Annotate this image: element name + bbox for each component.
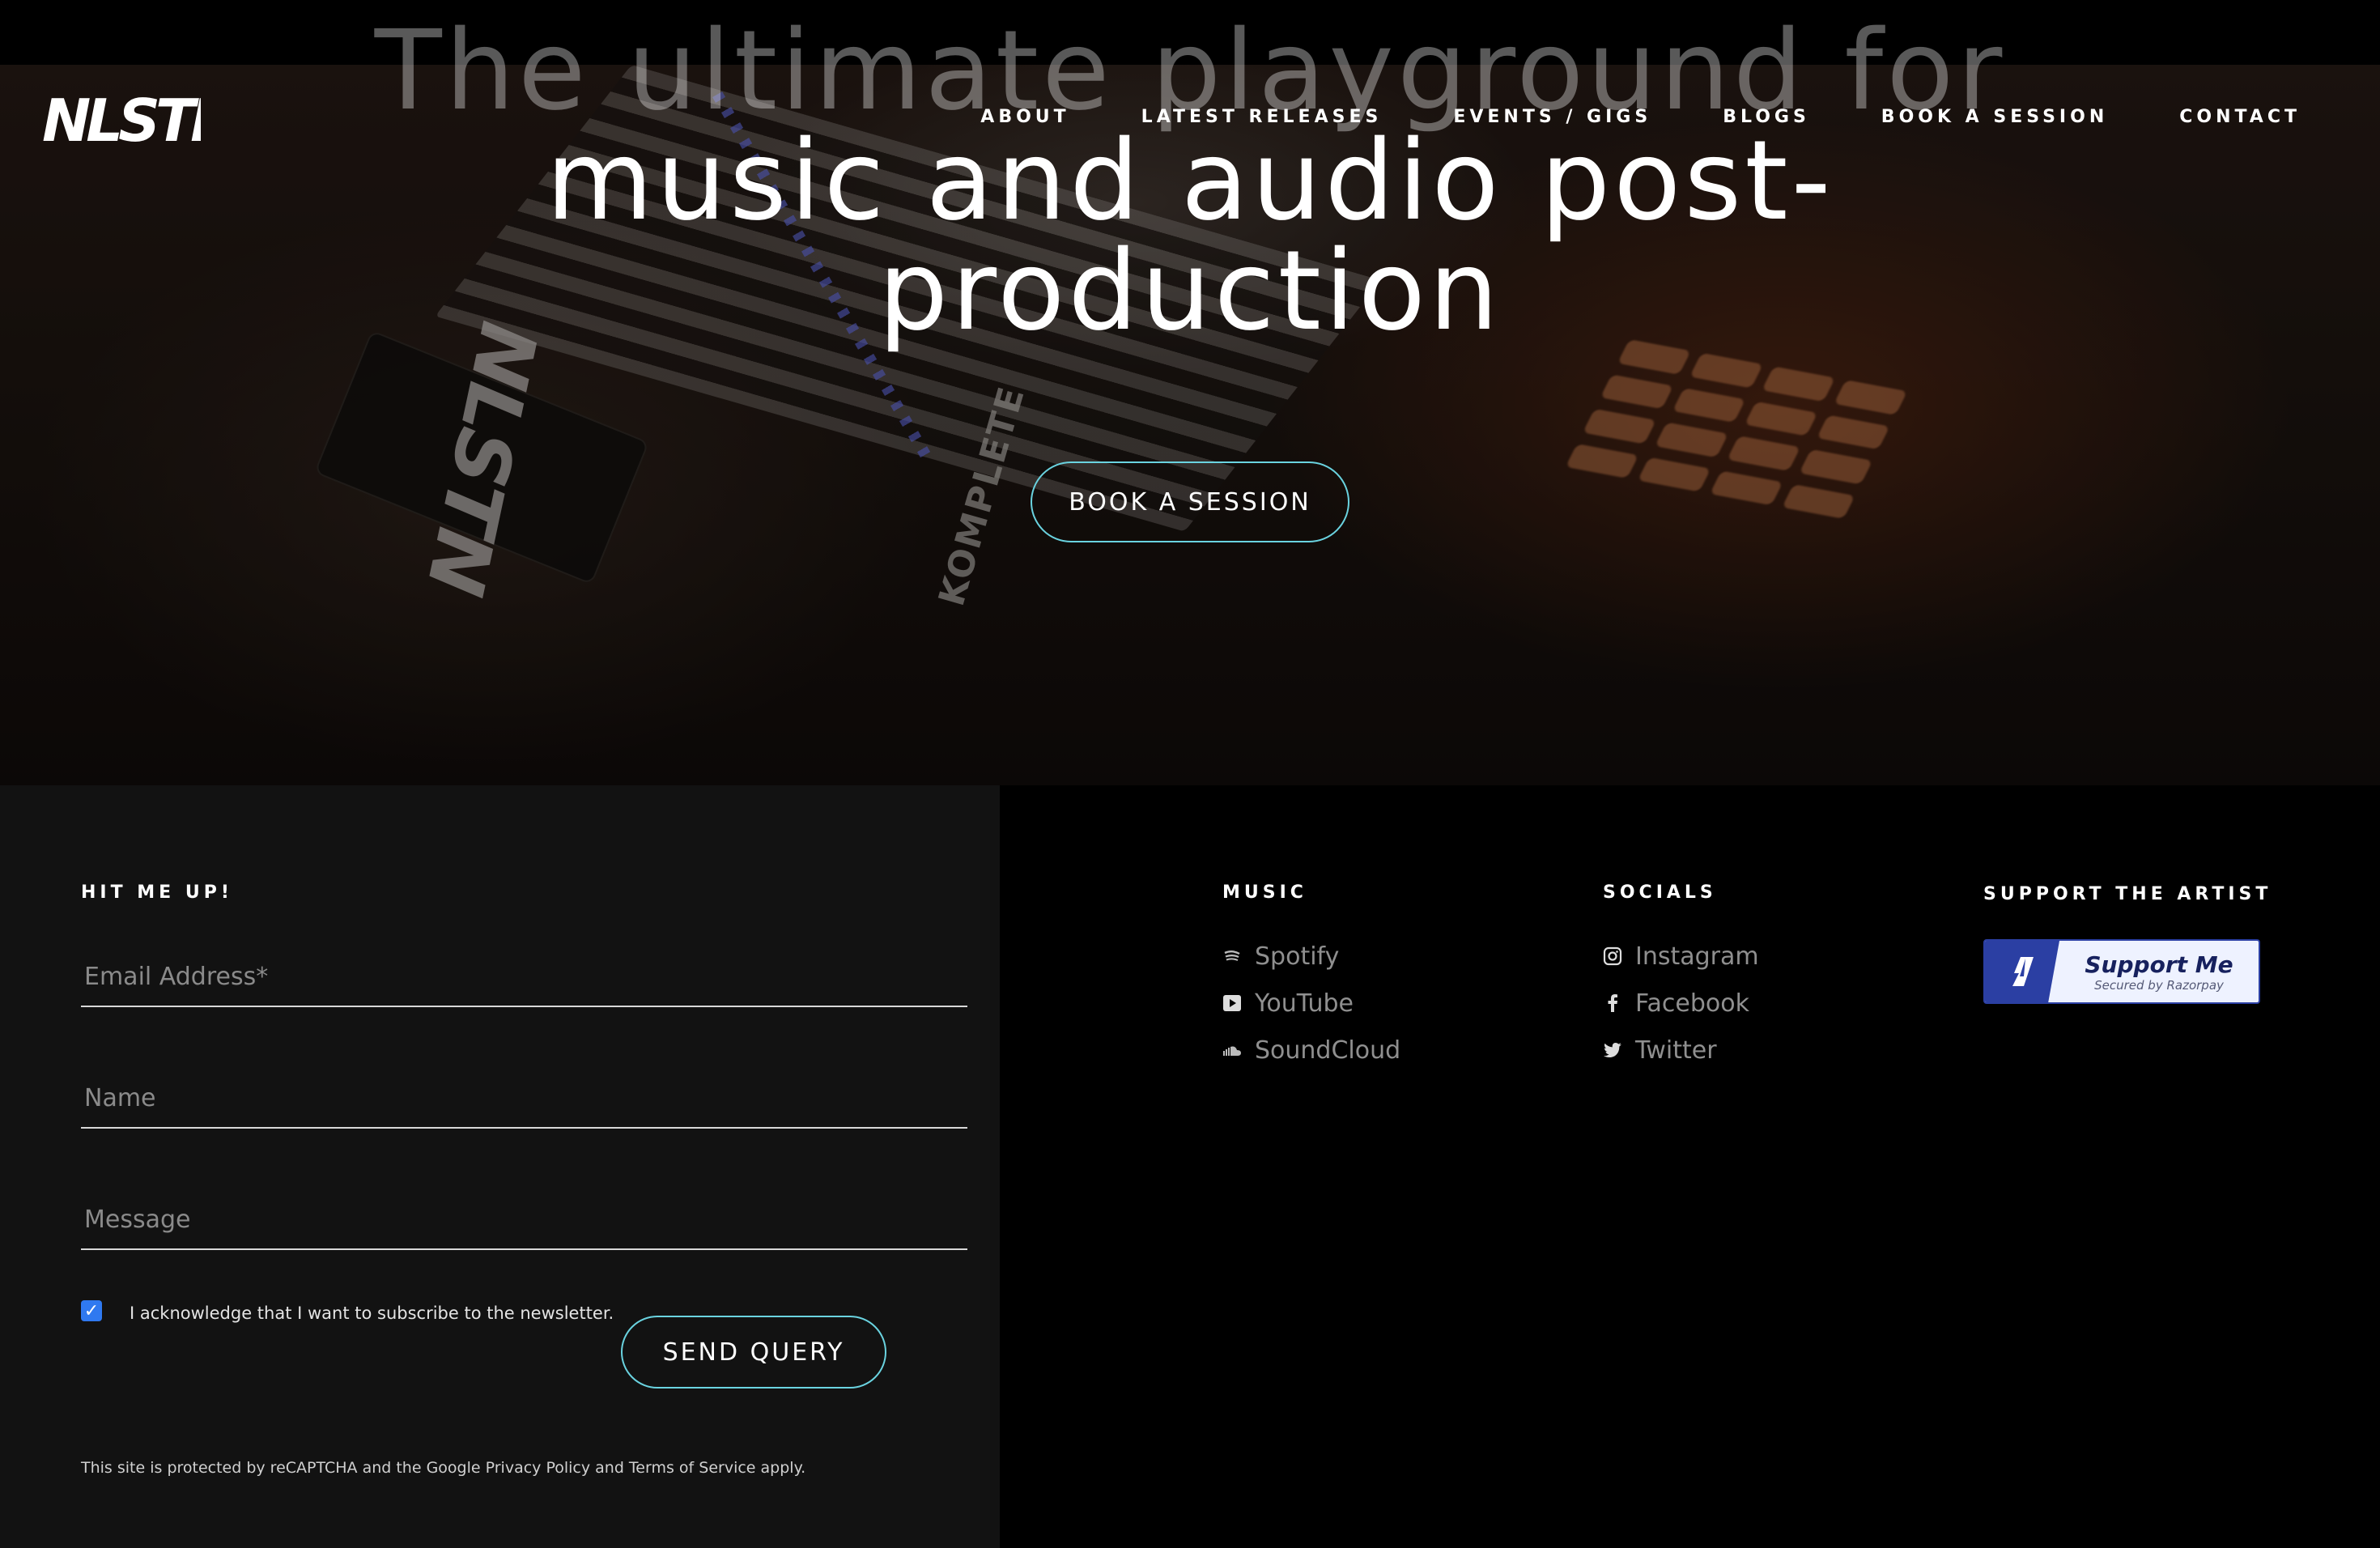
hero-title-line-2: production xyxy=(878,228,1502,355)
support-me-label: Support Me xyxy=(2085,950,2233,978)
socials-heading: SOCIALS xyxy=(1603,882,1717,903)
facebook-icon xyxy=(1603,993,1622,1013)
nav-item-latest-releases[interactable]: LATEST RELEASES xyxy=(1141,107,1383,127)
main-nav: ABOUT LATEST RELEASES EVENTS / GIGS BLOG… xyxy=(909,107,2301,127)
nav-item-contact[interactable]: CONTACT xyxy=(2179,107,2301,127)
soundcloud-icon xyxy=(1222,1040,1242,1060)
nav-item-book-a-session[interactable]: BOOK A SESSION xyxy=(1881,107,2108,127)
support-me-text: Support Me Secured by Razorpay xyxy=(2059,941,2259,1002)
music-links: Spotify YouTube SoundCloud xyxy=(1222,933,1400,1074)
music-link-label: SoundCloud xyxy=(1255,1036,1401,1065)
email-field-wrapper xyxy=(81,947,967,1007)
message-field[interactable] xyxy=(81,1190,967,1248)
send-query-button[interactable]: SEND QUERY xyxy=(621,1316,886,1389)
music-link-label: Spotify xyxy=(1255,942,1340,971)
social-link-twitter[interactable]: Twitter xyxy=(1603,1027,1759,1074)
site-logo[interactable]: NLSTN xyxy=(39,87,243,155)
name-field[interactable] xyxy=(81,1069,967,1127)
recaptcha-notice: This site is protected by reCAPTCHA and … xyxy=(81,1459,806,1477)
music-link-youtube[interactable]: YouTube xyxy=(1222,980,1400,1027)
support-heading: SUPPORT THE ARTIST xyxy=(1983,884,2272,904)
svg-text:NLSTN: NLSTN xyxy=(42,87,201,152)
razorpay-secured-label: Secured by Razorpay xyxy=(2094,977,2224,993)
logo-icon: NLSTN xyxy=(42,87,243,155)
nav-item-blogs[interactable]: BLOGS xyxy=(1723,107,1810,127)
music-link-spotify[interactable]: Spotify xyxy=(1222,933,1400,980)
nav-item-about[interactable]: ABOUT xyxy=(980,107,1069,127)
name-field-wrapper xyxy=(81,1069,967,1129)
social-link-instagram[interactable]: Instagram xyxy=(1603,933,1759,980)
contact-heading: HIT ME UP! xyxy=(81,882,233,903)
social-link-label: Twitter xyxy=(1635,1036,1717,1065)
nav-item-events-gigs[interactable]: EVENTS / GIGS xyxy=(1453,107,1651,127)
hero-book-session-button[interactable]: BOOK A SESSION xyxy=(1031,461,1349,542)
social-link-label: Facebook xyxy=(1635,989,1749,1018)
hero-title-line-1: music and audio post- xyxy=(546,117,1834,245)
social-link-label: Instagram xyxy=(1635,942,1759,971)
instagram-icon xyxy=(1603,946,1622,966)
email-field[interactable] xyxy=(81,947,967,1006)
support-me-button[interactable]: Support Me Secured by Razorpay xyxy=(1983,939,2260,1004)
razorpay-icon xyxy=(1985,941,2059,1002)
music-heading: MUSIC xyxy=(1222,882,1307,903)
spotify-icon xyxy=(1222,946,1242,966)
music-link-label: YouTube xyxy=(1255,989,1354,1018)
hero-title: The ultimate playground for music and au… xyxy=(0,16,2380,347)
newsletter-checkbox[interactable]: ✓ xyxy=(81,1300,102,1321)
newsletter-checkbox-label: I acknowledge that I want to subscribe t… xyxy=(130,1303,614,1323)
message-field-wrapper xyxy=(81,1190,967,1250)
youtube-icon xyxy=(1222,993,1242,1013)
music-link-soundcloud[interactable]: SoundCloud xyxy=(1222,1027,1400,1074)
twitter-icon xyxy=(1603,1040,1622,1060)
social-link-facebook[interactable]: Facebook xyxy=(1603,980,1759,1027)
socials-links: Instagram Facebook Twitter xyxy=(1603,933,1759,1074)
